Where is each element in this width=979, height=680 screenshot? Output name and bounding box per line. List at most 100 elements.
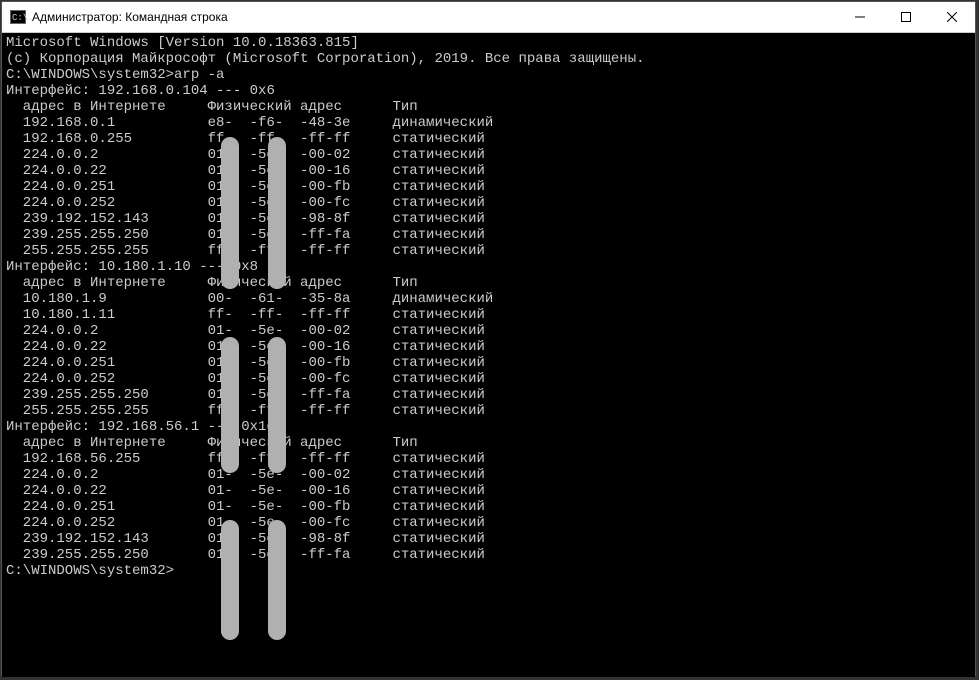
arp-mac: 01- -5e- -00-02	[208, 467, 393, 483]
arp-type: статический	[392, 163, 484, 179]
arp-mac: 01- -5e- -98-8f	[208, 531, 393, 547]
window-title: Администратор: Командная строка	[32, 10, 837, 24]
maximize-button[interactable]	[883, 2, 929, 32]
arp-type: статический	[392, 179, 484, 195]
arp-table-row: 224.0.0.201- -5e- -00-02статический	[6, 467, 971, 483]
arp-table-row: 239.192.152.14301- -5e- -98-8fстатически…	[6, 531, 971, 547]
arp-type: статический	[392, 499, 484, 515]
arp-ip: 239.255.255.250	[6, 227, 208, 243]
arp-ip: 10.180.1.9	[6, 291, 208, 307]
typed-command: arp -a	[174, 67, 224, 83]
arp-table-header: адрес в ИнтернетеФизический адресТип	[6, 435, 971, 451]
arp-table-row: 255.255.255.255ff- -ff- -ff-ffстатически…	[6, 243, 971, 259]
arp-ip: 224.0.0.251	[6, 179, 208, 195]
arp-mac: 01- -5e- -00-fb	[208, 355, 393, 371]
arp-mac: ff- -ff- -ff-ff	[208, 131, 393, 147]
arp-mac: 01- -5e- -ff-fa	[208, 387, 393, 403]
arp-mac: 01- -5e- -00-fb	[208, 179, 393, 195]
arp-ip: 224.0.0.2	[6, 147, 208, 163]
arp-type: статический	[392, 195, 484, 211]
arp-mac: 00- -61- -35-8a	[208, 291, 393, 307]
arp-type: динамический	[392, 291, 493, 307]
arp-table-row: 224.0.0.2201- -5e- -00-16статический	[6, 163, 971, 179]
arp-mac: 01- -5e- -00-02	[208, 323, 393, 339]
arp-table-row: 224.0.0.25201- -5e- -00-fcстатический	[6, 195, 971, 211]
arp-ip: 10.180.1.11	[6, 307, 208, 323]
arp-ip: 192.168.0.1	[6, 115, 208, 131]
arp-table-row: 192.168.0.255ff- -ff- -ff-ffстатический	[6, 131, 971, 147]
interface-header: Интерфейс: 10.180.1.10 --- 0x8	[6, 259, 971, 275]
arp-table-row: 239.255.255.25001- -5e- -ff-faстатически…	[6, 227, 971, 243]
arp-ip: 224.0.0.251	[6, 355, 208, 371]
arp-ip: 224.0.0.251	[6, 499, 208, 515]
arp-ip: 224.0.0.2	[6, 467, 208, 483]
arp-mac: 01- -5e- -00-fc	[208, 371, 393, 387]
arp-mac: ff- -ff- -ff-ff	[208, 243, 393, 259]
arp-mac: 01- -5e- -ff-fa	[208, 227, 393, 243]
cmd-app-icon: C:\.	[10, 9, 26, 25]
close-button[interactable]	[929, 2, 975, 32]
arp-mac: ff- -ff- -ff-ff	[208, 307, 393, 323]
prompt-line: C:\WINDOWS\system32>arp -a	[6, 67, 971, 83]
arp-type: статический	[392, 227, 484, 243]
arp-ip: 224.0.0.252	[6, 371, 208, 387]
arp-mac: 01- -5e- -00-16	[208, 483, 393, 499]
arp-ip: 224.0.0.252	[6, 195, 208, 211]
arp-table-row: 239.255.255.25001- -5e- -ff-faстатически…	[6, 547, 971, 563]
arp-mac: 01- -5e- -00-fc	[208, 515, 393, 531]
arp-mac: ff- -ff- -ff-ff	[208, 451, 393, 467]
arp-mac: 01- -5e- -00-16	[208, 163, 393, 179]
arp-type: статический	[392, 131, 484, 147]
arp-type: статический	[392, 515, 484, 531]
arp-table-row: 224.0.0.25101- -5e- -00-fbстатический	[6, 179, 971, 195]
arp-type: статический	[392, 467, 484, 483]
arp-ip: 255.255.255.255	[6, 243, 208, 259]
col-header-ip: адрес в Интернете	[6, 275, 208, 291]
interface-header: Интерфейс: 192.168.56.1 --- 0x1d	[6, 419, 971, 435]
arp-table-header: адрес в ИнтернетеФизический адресТип	[6, 99, 971, 115]
arp-ip: 239.255.255.250	[6, 387, 208, 403]
col-header-ip: адрес в Интернете	[6, 99, 208, 115]
console-output[interactable]: Microsoft Windows [Version 10.0.18363.81…	[2, 33, 975, 677]
arp-ip: 224.0.0.252	[6, 515, 208, 531]
col-header-mac: Физический адрес	[208, 435, 393, 451]
arp-ip: 224.0.0.22	[6, 163, 208, 179]
col-header-type: Тип	[392, 435, 417, 451]
arp-table-row: 224.0.0.201- -5e- -00-02статический	[6, 323, 971, 339]
arp-type: статический	[392, 243, 484, 259]
arp-table-row: 224.0.0.25101- -5e- -00-fbстатический	[6, 499, 971, 515]
window-controls	[837, 2, 975, 32]
arp-ip: 255.255.255.255	[6, 403, 208, 419]
arp-table-row: 239.255.255.25001- -5e- -ff-faстатически…	[6, 387, 971, 403]
minimize-button[interactable]	[837, 2, 883, 32]
arp-table-row: 224.0.0.201- -5e- -00-02статический	[6, 147, 971, 163]
arp-type: статический	[392, 451, 484, 467]
col-header-ip: адрес в Интернете	[6, 435, 208, 451]
arp-ip: 239.192.152.143	[6, 531, 208, 547]
arp-ip: 224.0.0.2	[6, 323, 208, 339]
arp-table-row: 10.180.1.900- -61- -35-8aдинамический	[6, 291, 971, 307]
arp-table-row: 224.0.0.2201- -5e- -00-16статический	[6, 483, 971, 499]
arp-ip: 224.0.0.22	[6, 339, 208, 355]
arp-table-row: 224.0.0.25101- -5e- -00-fbстатический	[6, 355, 971, 371]
arp-table-row: 224.0.0.25201- -5e- -00-fcстатический	[6, 371, 971, 387]
arp-mac: ff- -ff- -ff-ff	[208, 403, 393, 419]
arp-mac: 01- -5e- -98-8f	[208, 211, 393, 227]
arp-ip: 224.0.0.22	[6, 483, 208, 499]
arp-table-row: 224.0.0.2201- -5e- -00-16статический	[6, 339, 971, 355]
arp-type: статический	[392, 403, 484, 419]
titlebar[interactable]: C:\. Администратор: Командная строка	[2, 2, 975, 33]
prompt-line-final[interactable]: C:\WINDOWS\system32>	[6, 563, 971, 579]
arp-type: статический	[392, 547, 484, 563]
arp-type: статический	[392, 371, 484, 387]
arp-type: статический	[392, 531, 484, 547]
col-header-mac: Физический адрес	[208, 99, 393, 115]
arp-ip: 239.255.255.250	[6, 547, 208, 563]
arp-table-row: 255.255.255.255ff- -ff- -ff-ffстатически…	[6, 403, 971, 419]
arp-type: динамический	[392, 115, 493, 131]
col-header-type: Тип	[392, 275, 417, 291]
col-header-type: Тип	[392, 99, 417, 115]
arp-type: статический	[392, 211, 484, 227]
arp-table-row: 10.180.1.11ff- -ff- -ff-ffстатический	[6, 307, 971, 323]
arp-type: статический	[392, 147, 484, 163]
